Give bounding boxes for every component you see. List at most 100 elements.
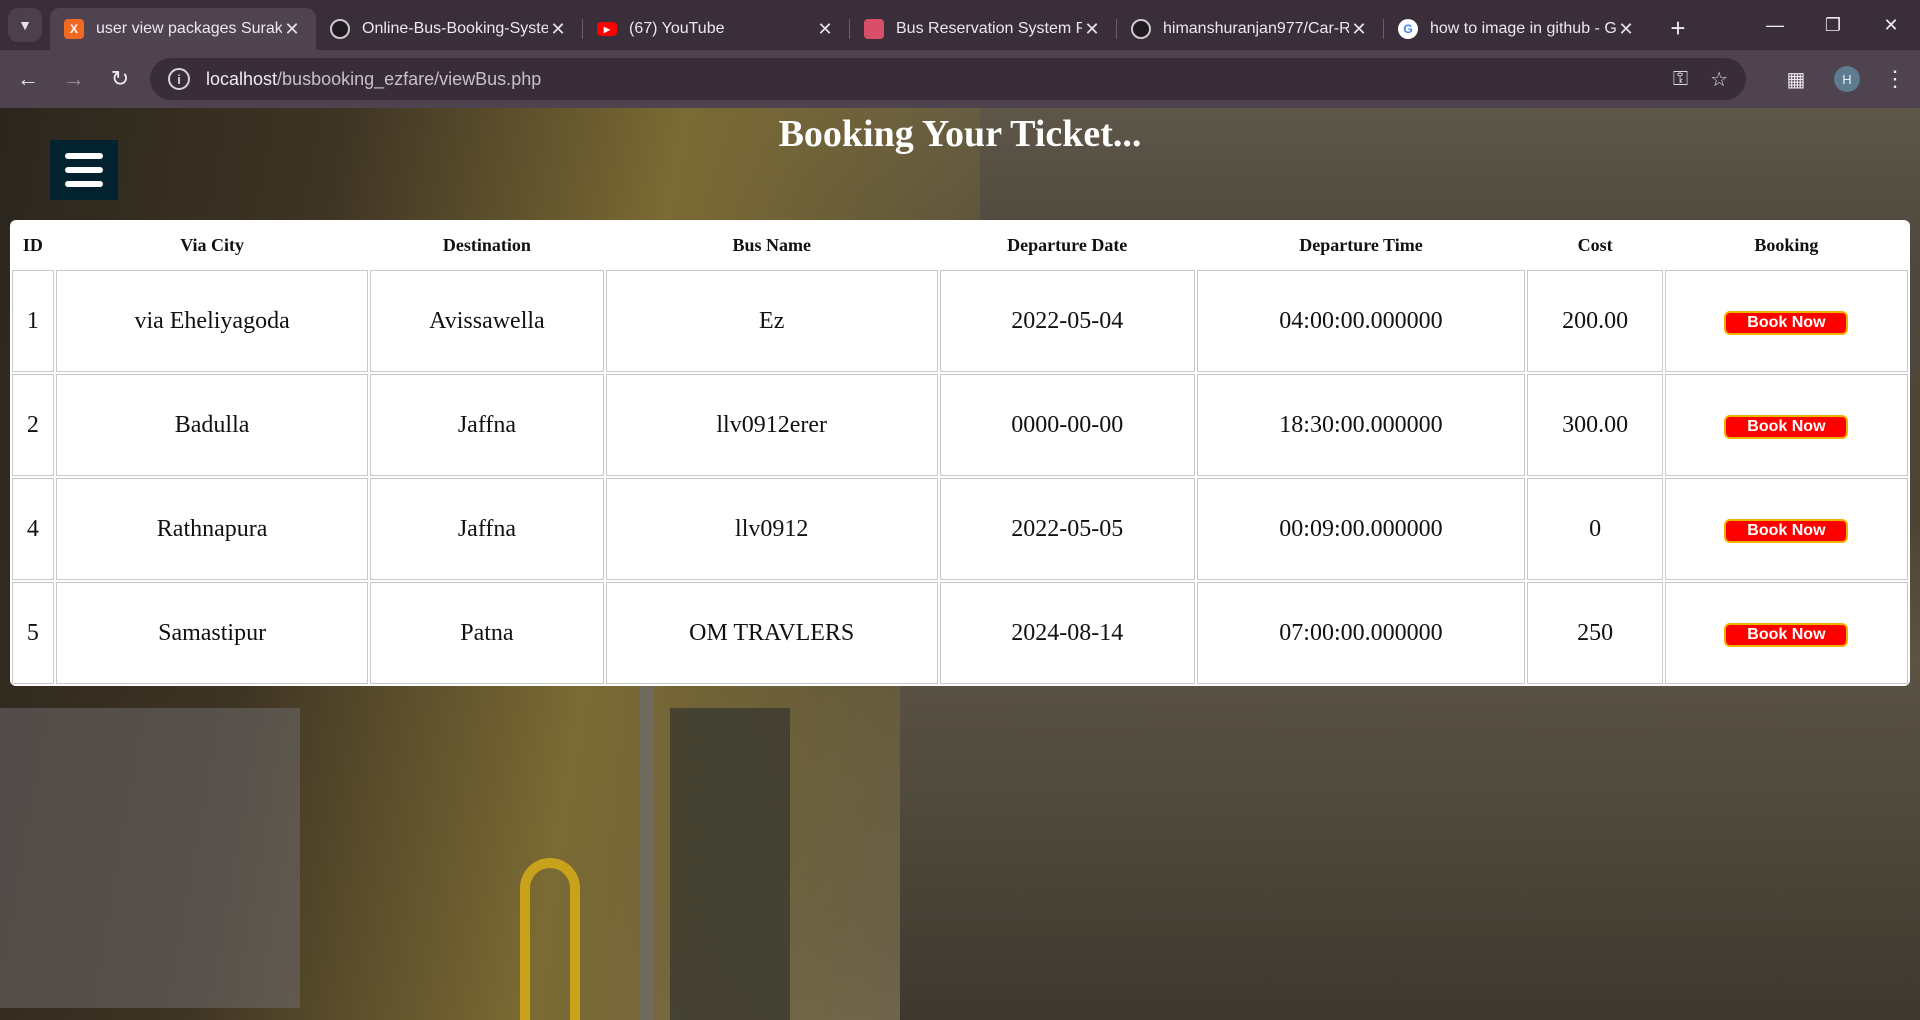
background-bus-panel bbox=[0, 708, 300, 1008]
column-header: ID bbox=[22, 234, 43, 255]
table-row: 1 via Eheliyagoda Avissawella Ez 2022-05-04 0… bbox=[12, 270, 1908, 372]
background-bus-door bbox=[670, 708, 790, 1020]
cell-via-city: Badulla bbox=[55, 374, 369, 476]
chevron-down-icon: ▼ bbox=[18, 17, 32, 33]
column-header: Via City bbox=[180, 234, 245, 255]
cell-departure-time: 04:00:00.000000 bbox=[1196, 270, 1526, 372]
address-url[interactable]: localhost/busbooking_ezfare/viewBus.php bbox=[206, 69, 1651, 90]
github-icon bbox=[1131, 19, 1151, 39]
hamburger-icon-bar bbox=[65, 181, 103, 187]
cell-cost: 200.00 bbox=[1527, 270, 1663, 372]
more-menu-icon[interactable]: ⋮ bbox=[1880, 66, 1910, 92]
back-button[interactable]: ← bbox=[10, 61, 46, 97]
address-bar[interactable]: i localhost/busbooking_ezfare/viewBus.ph… bbox=[150, 58, 1746, 100]
forward-button[interactable]: → bbox=[56, 61, 92, 97]
cell-via-city: Rathnapura bbox=[55, 478, 369, 580]
cell-cost: 0 bbox=[1527, 478, 1663, 580]
close-icon: ✕ bbox=[1883, 14, 1899, 35]
tab-close-button[interactable]: ✕ bbox=[1349, 19, 1369, 40]
cell-departure-date: 2024-08-14 bbox=[939, 582, 1195, 684]
column-header: Booking bbox=[1754, 234, 1819, 255]
tab-close-button[interactable]: ✕ bbox=[282, 19, 302, 40]
book-now-button[interactable]: Book Now bbox=[1724, 623, 1849, 647]
site-icon bbox=[864, 19, 884, 39]
bus-schedule-table: ID Via City Destination Bus Name Departure D… bbox=[10, 220, 1910, 686]
browser-tab[interactable]: himanshuranjan977/Car-Re ✕ bbox=[1117, 8, 1383, 50]
table-body: 1 via Eheliyagoda Avissawella Ez 2022-05-04 0… bbox=[12, 270, 1908, 684]
cell-departure-date: 2022-05-05 bbox=[939, 478, 1195, 580]
cell-id: 1 bbox=[12, 270, 54, 372]
tab-title: Bus Reservation System Pu bbox=[896, 20, 1082, 37]
hamburger-icon-bar bbox=[65, 167, 103, 173]
new-tab-button[interactable]: + bbox=[1660, 10, 1696, 46]
book-now-button[interactable]: Book Now bbox=[1724, 519, 1849, 543]
cell-id: 2 bbox=[12, 374, 54, 476]
hamburger-icon-bar bbox=[65, 153, 103, 159]
arrow-left-icon: ← bbox=[17, 66, 39, 91]
restore-icon: ❐ bbox=[1824, 14, 1842, 35]
window-controls: — ❐ ✕ bbox=[1746, 0, 1920, 50]
table-row: 5 Samastipur Patna OM TRAVLERS 2024-08-14 07:… bbox=[12, 582, 1908, 684]
site-info-icon[interactable]: i bbox=[168, 68, 190, 90]
page-viewport: Booking Your Ticket... ID Via City Destina… bbox=[0, 108, 1920, 1020]
browser-tabstrip: ▼ Xuser view packages Suraksh ✕ Online-Bus… bbox=[0, 0, 1920, 50]
tab-close-button[interactable]: ✕ bbox=[1082, 19, 1102, 40]
toolbar-right: ▦ H ⋮ bbox=[1776, 50, 1920, 108]
background-pole bbox=[640, 668, 654, 1020]
bus-table-container: ID Via City Destination Bus Name Departure D… bbox=[10, 220, 1910, 686]
page-title: Booking Your Ticket... bbox=[778, 113, 1142, 155]
tab-close-button[interactable]: ✕ bbox=[548, 19, 568, 40]
browser-tab[interactable]: Xuser view packages Suraksh ✕ bbox=[50, 8, 316, 50]
reload-button[interactable]: ↻ bbox=[102, 61, 138, 97]
tab-list: Xuser view packages Suraksh ✕ Online-Bus-B… bbox=[50, 8, 1650, 50]
cell-cost: 300.00 bbox=[1527, 374, 1663, 476]
xampp-icon: X bbox=[64, 19, 84, 39]
extensions-icon[interactable]: ▦ bbox=[1776, 67, 1816, 92]
background-road-image bbox=[900, 668, 1920, 1020]
table-header-row: ID Via City Destination Bus Name Departure D… bbox=[12, 222, 1908, 268]
cell-bus-name: llv0912erer bbox=[605, 374, 938, 476]
cell-departure-date: 2022-05-04 bbox=[939, 270, 1195, 372]
tab-title: himanshuranjan977/Car-Re bbox=[1163, 20, 1349, 37]
column-header: Destination bbox=[442, 234, 531, 255]
menu-toggle-button[interactable] bbox=[50, 140, 118, 200]
cell-cost: 250 bbox=[1527, 582, 1663, 684]
key-icon[interactable]: ⚿ bbox=[1673, 68, 1688, 91]
star-icon[interactable]: ☆ bbox=[1710, 67, 1728, 92]
youtube-icon: ▶ bbox=[597, 22, 617, 36]
column-header: Departure Date bbox=[1007, 234, 1128, 255]
cell-via-city: via Eheliyagoda bbox=[55, 270, 369, 372]
plus-icon: + bbox=[1670, 12, 1686, 43]
minimize-button[interactable]: — bbox=[1746, 0, 1804, 50]
tab-close-button[interactable]: ✕ bbox=[1616, 19, 1636, 40]
arrow-right-icon: → bbox=[63, 66, 85, 91]
github-icon bbox=[330, 19, 350, 39]
profile-avatar[interactable]: H bbox=[1834, 66, 1860, 92]
restore-button[interactable]: ❐ bbox=[1804, 0, 1862, 50]
cell-bus-name: Ez bbox=[605, 270, 938, 372]
cell-departure-time: 00:09:00.000000 bbox=[1196, 478, 1526, 580]
book-now-button[interactable]: Book Now bbox=[1724, 311, 1849, 335]
cell-destination: Patna bbox=[370, 582, 604, 684]
cell-bus-name: OM TRAVLERS bbox=[605, 582, 938, 684]
url-host: localhost bbox=[206, 68, 278, 89]
browser-tab[interactable]: Ghow to image in github - G ✕ bbox=[1384, 8, 1650, 50]
tab-title: how to image in github - G bbox=[1430, 20, 1616, 37]
cell-departure-time: 18:30:00.000000 bbox=[1196, 374, 1526, 476]
browser-toolbar: ← → ↻ i localhost/busbooking_ezfare/view… bbox=[0, 50, 1920, 108]
book-now-button[interactable]: Book Now bbox=[1724, 415, 1849, 439]
cell-booking: Book Now bbox=[1664, 582, 1908, 684]
tab-title: Online-Bus-Booking-Syster bbox=[362, 20, 548, 37]
cell-booking: Book Now bbox=[1664, 374, 1908, 476]
background-handrail bbox=[520, 858, 580, 1020]
tab-search-button[interactable]: ▼ bbox=[8, 8, 42, 42]
close-window-button[interactable]: ✕ bbox=[1862, 0, 1920, 50]
browser-tab[interactable]: Bus Reservation System Pu ✕ bbox=[850, 8, 1116, 50]
reload-icon: ↻ bbox=[110, 66, 130, 91]
cell-departure-date: 0000-00-00 bbox=[939, 374, 1195, 476]
cell-destination: Jaffna bbox=[370, 374, 604, 476]
tab-close-button[interactable]: ✕ bbox=[815, 19, 835, 40]
browser-tab[interactable]: Online-Bus-Booking-Syster ✕ bbox=[316, 8, 582, 50]
browser-tab[interactable]: ▶ (67) YouTube ✕ bbox=[583, 8, 849, 50]
cell-id: 4 bbox=[12, 478, 54, 580]
